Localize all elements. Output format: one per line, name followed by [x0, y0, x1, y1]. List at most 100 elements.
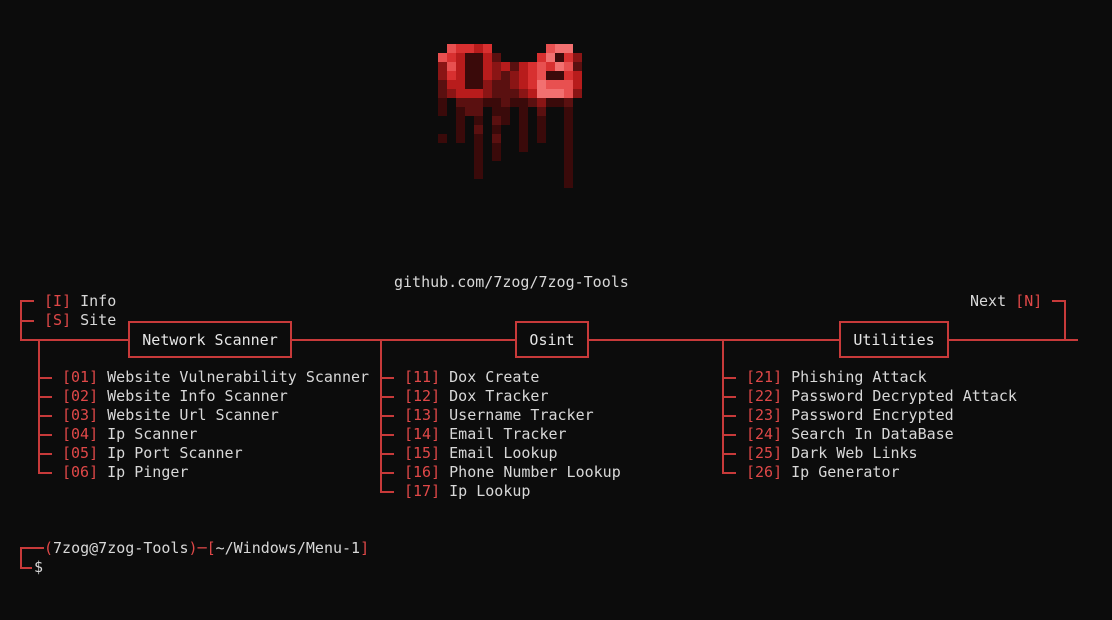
logo-pixel	[528, 98, 537, 107]
logo-pixel	[465, 62, 474, 71]
menu-item-label: Password Decrypted Attack	[791, 387, 1017, 405]
menu-item[interactable]: [12] Dox Tracker	[404, 387, 549, 406]
menu-item[interactable]: [23] Password Encrypted	[746, 406, 954, 425]
logo-pixel	[474, 152, 483, 161]
menu-item-number: 05	[71, 444, 90, 462]
logo-pixel	[456, 89, 465, 98]
logo-pixel	[555, 71, 564, 80]
tree-line	[38, 377, 52, 379]
menu-item-label: Ip Port Scanner	[107, 444, 243, 462]
menu-item[interactable]: [06] Ip Pinger	[62, 463, 188, 482]
logo-pixel	[537, 62, 546, 71]
menu-item-label: Username Tracker	[449, 406, 594, 424]
logo-pixel	[564, 134, 573, 143]
logo-pixel	[501, 116, 510, 125]
menu-item-label: Search In DataBase	[791, 425, 954, 443]
logo-pixel	[483, 44, 492, 53]
logo-pixel	[564, 152, 573, 161]
logo-pixel	[492, 62, 501, 71]
tree-line	[38, 472, 52, 474]
menu-item-number: 02	[71, 387, 90, 405]
menu-item-number: 04	[71, 425, 90, 443]
logo-pixel	[564, 143, 573, 152]
logo-pixel	[564, 170, 573, 179]
menu-item-label: Website Url Scanner	[107, 406, 279, 424]
logo-pixel	[483, 71, 492, 80]
logo-pixel	[519, 134, 528, 143]
menu-option-next[interactable]: Next [N]	[970, 292, 1042, 311]
menu-item[interactable]: [02] Website Info Scanner	[62, 387, 288, 406]
menu-item[interactable]: [11] Dox Create	[404, 368, 539, 387]
option-label: Next	[970, 292, 1007, 310]
logo-pixel	[573, 80, 582, 89]
logo-pixel	[438, 80, 447, 89]
menu-item[interactable]: [04] Ip Scanner	[62, 425, 197, 444]
github-url: github.com/7zog/7zog-Tools	[394, 273, 629, 291]
logo-pixel	[438, 98, 447, 107]
logo-pixel	[519, 62, 528, 71]
logo-pixel	[537, 134, 546, 143]
logo-pixel	[492, 71, 501, 80]
menu-item[interactable]: [01] Website Vulnerability Scanner	[62, 368, 369, 387]
logo-pixel	[501, 107, 510, 116]
menu-item-label: Password Encrypted	[791, 406, 954, 424]
tree-line	[722, 434, 736, 436]
logo-pixel	[447, 44, 456, 53]
logo-pixel	[474, 98, 483, 107]
logo-pixel	[573, 53, 582, 62]
logo-pixel	[483, 62, 492, 71]
logo-pixel	[528, 89, 537, 98]
logo-pixel	[564, 161, 573, 170]
logo-pixel	[564, 62, 573, 71]
menu-item[interactable]: [22] Password Decrypted Attack	[746, 387, 1017, 406]
menu-item-number: 01	[71, 368, 90, 386]
logo-pixel	[474, 53, 483, 62]
logo-pixel	[564, 44, 573, 53]
logo-pixel	[510, 89, 519, 98]
menu-item[interactable]: [21] Phishing Attack	[746, 368, 927, 387]
menu-item-label: Ip Pinger	[107, 463, 189, 481]
tree-line	[20, 567, 32, 569]
menu-item[interactable]: [16] Phone Number Lookup	[404, 463, 621, 482]
logo-pixel	[465, 80, 474, 89]
menu-item[interactable]: [17] Ip Lookup	[404, 482, 530, 501]
tree-line	[380, 377, 394, 379]
menu-item[interactable]: [05] Ip Port Scanner	[62, 444, 243, 463]
logo-pixel	[438, 107, 447, 116]
logo-pixel	[510, 80, 519, 89]
menu-item[interactable]: [15] Email Lookup	[404, 444, 558, 463]
logo-pixel	[510, 62, 519, 71]
logo-pixel	[546, 98, 555, 107]
logo-pixel	[465, 44, 474, 53]
menu-option-site[interactable]: [S] Site	[44, 311, 116, 330]
menu-item[interactable]: [26] Ip Generator	[746, 463, 900, 482]
logo-pixel	[501, 89, 510, 98]
menu-item[interactable]: [03] Website Url Scanner	[62, 406, 279, 425]
logo-pixel	[447, 62, 456, 71]
logo-pixel	[519, 98, 528, 107]
logo-pixel	[492, 53, 501, 62]
logo-pixel	[564, 89, 573, 98]
menu-item[interactable]: [25] Dark Web Links	[746, 444, 918, 463]
logo-pixel	[501, 98, 510, 107]
logo-pixel	[474, 89, 483, 98]
logo-pixel	[528, 71, 537, 80]
logo-pixel	[474, 71, 483, 80]
logo-pixel	[492, 143, 501, 152]
menu-item-number: 06	[71, 463, 90, 481]
logo-pixel	[492, 116, 501, 125]
tree-line	[38, 396, 52, 398]
prompt-symbol[interactable]: $	[34, 558, 43, 577]
menu-item[interactable]: [24] Search In DataBase	[746, 425, 954, 444]
menu-option-info[interactable]: [I] Info	[44, 292, 116, 311]
logo-pixel	[492, 134, 501, 143]
logo-pixel	[519, 125, 528, 134]
option-label: Site	[80, 311, 117, 329]
menu-item-label: Ip Lookup	[449, 482, 531, 500]
logo-pixel	[555, 62, 564, 71]
logo-pixel	[564, 53, 573, 62]
menu-item[interactable]: [14] Email Tracker	[404, 425, 567, 444]
menu-item[interactable]: [13] Username Tracker	[404, 406, 594, 425]
logo-pixel	[438, 89, 447, 98]
logo-pixel	[573, 71, 582, 80]
